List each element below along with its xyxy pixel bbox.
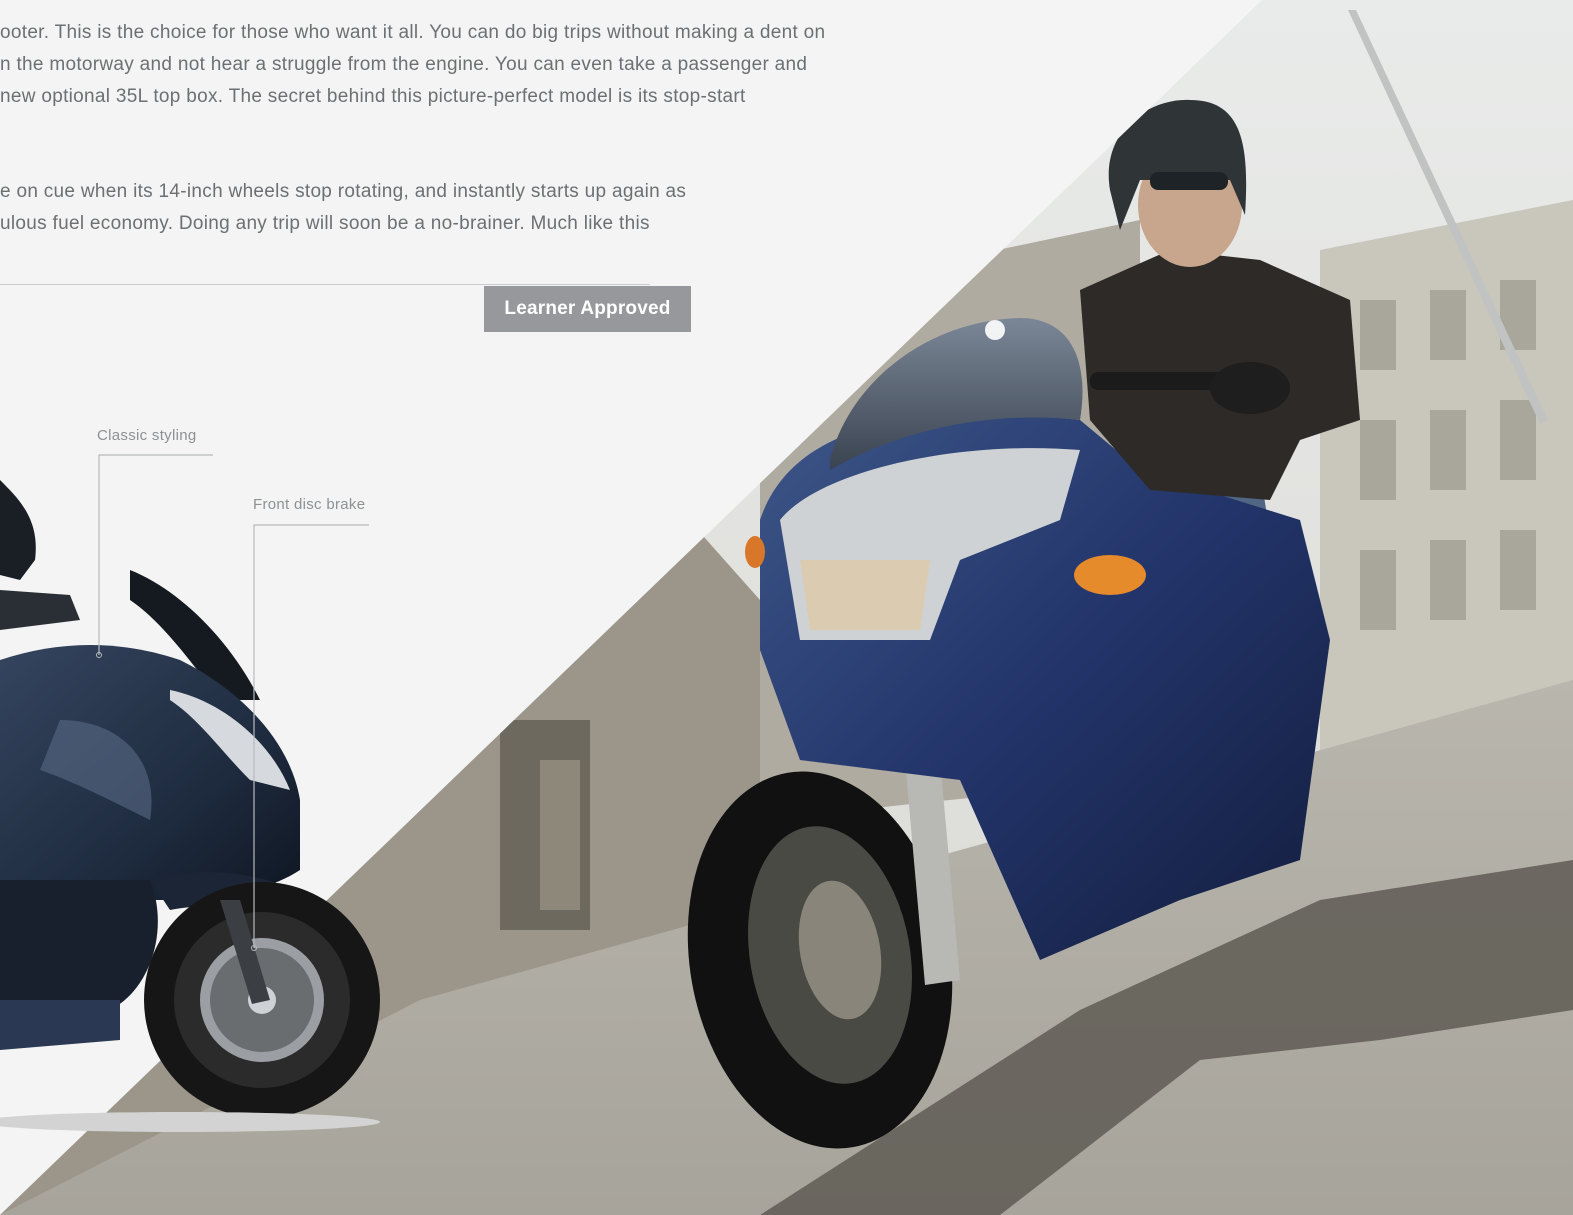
body-paragraph-2: e on cue when its 14-inch wheels stop ro…	[0, 176, 686, 240]
brochure-page: ooter. This is the choice for those who …	[0, 0, 1573, 1215]
learner-approved-badge: Learner Approved	[484, 286, 691, 332]
callout-classic-styling: Classic styling	[97, 427, 197, 444]
section-divider	[0, 284, 650, 285]
body-paragraph-1-line-3: new optional 35L top box. The secret beh…	[0, 86, 746, 107]
body-paragraph-1: ooter. This is the choice for those who …	[0, 17, 825, 113]
body-paragraph-2-line-1: e on cue when its 14-inch wheels stop ro…	[0, 181, 687, 202]
body-paragraph-2-line-2: ulous fuel economy. Doing any trip will …	[0, 213, 650, 234]
body-paragraph-1-line-2: n the motorway and not hear a struggle f…	[0, 54, 808, 75]
callout-front-disc-brake: Front disc brake	[253, 496, 366, 513]
body-paragraph-1-line-1: ooter. This is the choice for those who …	[0, 22, 826, 43]
